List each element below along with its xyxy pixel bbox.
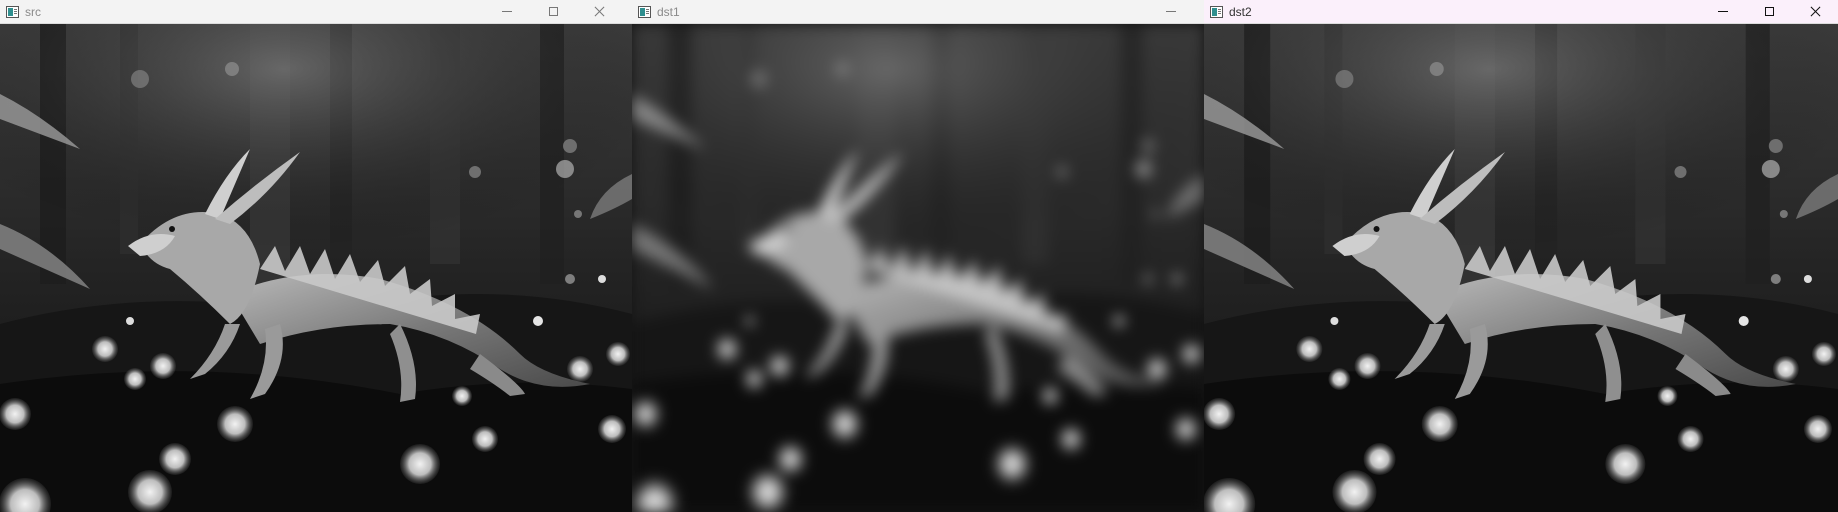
window-title: src bbox=[25, 4, 41, 19]
maximize-icon bbox=[548, 7, 558, 16]
titlebar[interactable]: src bbox=[0, 0, 632, 24]
dragon-image bbox=[1204, 24, 1838, 512]
minimize-icon bbox=[1166, 11, 1176, 12]
window-app-icon bbox=[1210, 5, 1223, 18]
minimize-button[interactable] bbox=[1148, 0, 1194, 23]
minimize-icon bbox=[1718, 11, 1728, 12]
window-app-icon bbox=[6, 5, 19, 18]
close-icon bbox=[594, 6, 605, 17]
minimize-button[interactable] bbox=[1700, 0, 1746, 23]
image-dst2 bbox=[1204, 24, 1838, 512]
image-dst1 bbox=[632, 24, 1204, 512]
window-app-icon bbox=[638, 5, 651, 18]
window-dst1[interactable]: dst1 bbox=[632, 0, 1204, 512]
minimize-button[interactable] bbox=[484, 0, 530, 23]
close-button[interactable] bbox=[576, 0, 622, 23]
titlebar[interactable]: dst2 bbox=[1204, 0, 1838, 24]
dragon-image-blurred bbox=[632, 24, 1204, 512]
maximize-icon bbox=[1764, 7, 1774, 16]
window-src[interactable]: src bbox=[0, 0, 632, 512]
titlebar[interactable]: dst1 bbox=[632, 0, 1204, 24]
close-icon bbox=[1810, 6, 1821, 17]
image-src bbox=[0, 24, 632, 512]
window-title: dst1 bbox=[657, 4, 680, 19]
maximize-button[interactable] bbox=[530, 0, 576, 23]
minimize-icon bbox=[502, 11, 512, 12]
window-dst2[interactable]: dst2 bbox=[1204, 0, 1838, 512]
dragon-image bbox=[0, 24, 632, 512]
close-button[interactable] bbox=[1792, 0, 1838, 23]
window-title: dst2 bbox=[1229, 4, 1252, 19]
maximize-button[interactable] bbox=[1746, 0, 1792, 23]
